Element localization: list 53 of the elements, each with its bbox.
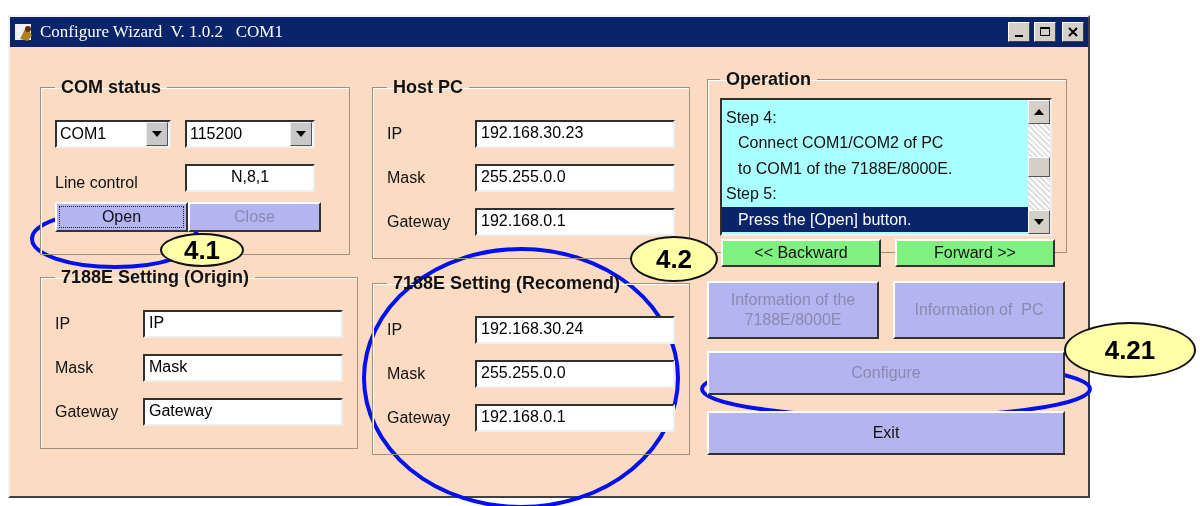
text-field[interactable]: IP bbox=[143, 310, 343, 338]
window-title: Configure Wizard V. 1.0.2 COM1 bbox=[40, 22, 284, 42]
field-label: IP bbox=[55, 315, 72, 333]
port-dropdown[interactable]: COM1 bbox=[55, 120, 171, 148]
list-item[interactable]: Connect COM1/COM2 of PC bbox=[722, 130, 1028, 156]
text-field[interactable]: 192.168.30.24 bbox=[475, 316, 675, 344]
field-label: Mask bbox=[387, 169, 427, 187]
close-button[interactable] bbox=[1062, 22, 1084, 42]
field-label: Gateway bbox=[387, 213, 452, 231]
group-title: 7188E Setting (Recomend) bbox=[392, 273, 622, 294]
forward-button[interactable]: Forward >> bbox=[895, 239, 1055, 267]
minimize-icon bbox=[1015, 35, 1023, 37]
scroll-down-button[interactable] bbox=[1028, 210, 1050, 234]
list-item[interactable]: to COM1 of the 7188E/8000E. bbox=[722, 155, 1028, 181]
close-icon bbox=[1068, 27, 1078, 37]
down-arrow-icon bbox=[296, 131, 306, 137]
text-field[interactable]: 255.255.0.0 bbox=[475, 360, 675, 388]
scrollbar[interactable] bbox=[1028, 100, 1050, 234]
maximize-icon bbox=[1040, 27, 1050, 37]
text-field[interactable]: Mask bbox=[143, 354, 343, 382]
list-item[interactable]: Press the [Open] button. bbox=[722, 206, 1028, 232]
text-field[interactable]: 255.255.0.0 bbox=[475, 164, 675, 192]
text-field[interactable]: Gateway bbox=[143, 398, 343, 426]
text-field[interactable]: 192.168.30.23 bbox=[475, 120, 675, 148]
step-list[interactable]: Step 4: Connect COM1/COM2 of PC to COM1 of the 7188E/8000E. Step 5: Press the [Open] button. bbox=[720, 98, 1052, 236]
up-arrow-icon bbox=[1034, 109, 1044, 115]
scroll-up-button[interactable] bbox=[1028, 100, 1050, 124]
exit-button[interactable]: Exit bbox=[707, 411, 1065, 455]
text-field[interactable]: 192.168.0.1 bbox=[475, 404, 675, 432]
field-label: Line control bbox=[55, 173, 139, 192]
field-label: Gateway bbox=[55, 403, 120, 421]
group-title: COM status bbox=[60, 77, 162, 98]
field-label: IP bbox=[387, 125, 404, 143]
baud-dropdown[interactable]: 115200 bbox=[185, 120, 315, 148]
group-title: 7188E Setting (Origin) bbox=[60, 267, 251, 288]
open-button[interactable]: Open bbox=[55, 202, 188, 232]
group-title: Host PC bbox=[392, 77, 464, 98]
group-title: Operation bbox=[725, 69, 812, 90]
maximize-button[interactable] bbox=[1034, 22, 1056, 42]
list-item[interactable]: Step 4: bbox=[722, 104, 1028, 130]
field-label: Mask bbox=[387, 365, 427, 383]
field-label: Mask bbox=[55, 359, 95, 377]
field-label: Gateway bbox=[387, 409, 452, 427]
text-field[interactable]: N,8,1 bbox=[185, 164, 315, 192]
field-label: IP bbox=[387, 321, 404, 339]
text-field[interactable]: 192.168.0.1 bbox=[475, 208, 675, 236]
down-arrow-icon bbox=[152, 131, 162, 137]
backward-button[interactable]: << Backward bbox=[721, 239, 881, 267]
scroll-thumb[interactable] bbox=[1028, 157, 1050, 177]
minimize-button[interactable] bbox=[1008, 22, 1030, 42]
list-item[interactable]: Step 5: bbox=[722, 181, 1028, 207]
down-arrow-icon bbox=[1034, 219, 1044, 225]
callout-label: 4.21 bbox=[1064, 322, 1196, 378]
